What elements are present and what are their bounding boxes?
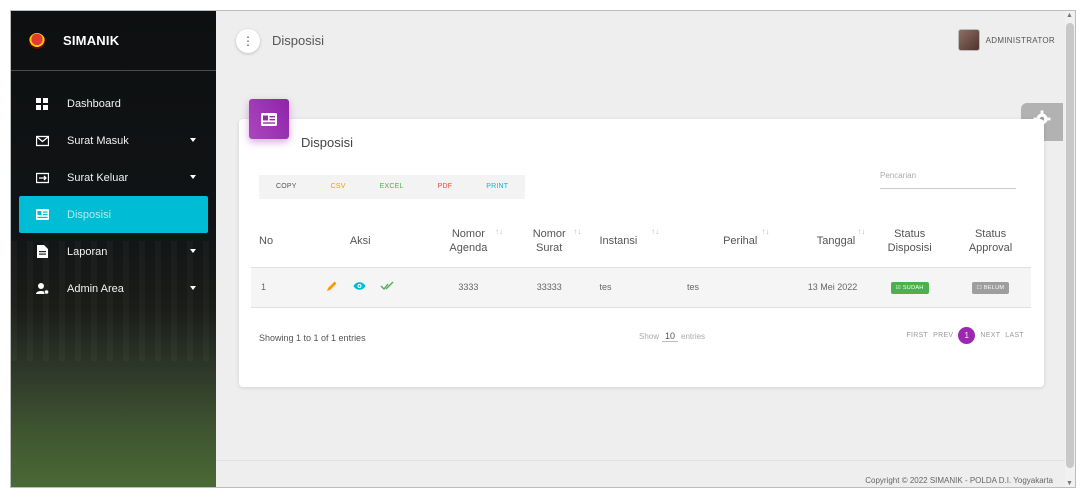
sidebar-item-laporan[interactable]: Laporan bbox=[19, 233, 208, 270]
sidebar-item-surat-keluar[interactable]: Surat Keluar bbox=[19, 159, 208, 196]
last-page-button[interactable]: LAST bbox=[1005, 332, 1024, 339]
search-input[interactable]: Pencarian bbox=[880, 171, 1016, 189]
entries-info: Showing 1 to 1 of 1 entries bbox=[259, 333, 366, 343]
sort-icon: ↑↓ bbox=[857, 227, 866, 236]
page-length-select[interactable]: 10 bbox=[662, 331, 679, 342]
mail-in-icon bbox=[35, 134, 49, 148]
pagination: FIRST PREV 1 NEXT LAST bbox=[901, 327, 1024, 344]
copyright-text: Copyright © 2022 SIMANIK - POLDA D.I. Yo… bbox=[865, 476, 1053, 485]
disposisi-card: Disposisi COPY CSV EXCEL PDF PRINT Penca… bbox=[239, 99, 1044, 387]
print-button[interactable]: PRINT bbox=[469, 175, 525, 199]
header-instansi[interactable]: Instansi ↑↓ bbox=[587, 215, 678, 268]
chevron-down-icon bbox=[190, 175, 196, 179]
header-status-disposisi[interactable]: Status Disposisi bbox=[869, 215, 951, 268]
entries-label: entries bbox=[681, 332, 706, 341]
cell-no: 1 bbox=[251, 267, 295, 308]
admin-icon bbox=[35, 282, 49, 296]
header-no[interactable]: No bbox=[251, 215, 295, 268]
first-page-button[interactable]: FIRST bbox=[906, 332, 928, 339]
cell-nomor-agenda: 3333 bbox=[425, 267, 511, 308]
sidebar-item-disposisi[interactable]: Disposisi bbox=[19, 196, 208, 233]
card-icon bbox=[35, 208, 49, 222]
table-row: 1 3333 33333 tes tes 13 Mei 2022 ☑ SUDAH… bbox=[251, 267, 1031, 308]
top-navbar: ⋮ Disposisi ADMINISTRATOR bbox=[216, 11, 1075, 71]
sidebar-item-surat-masuk[interactable]: Surat Masuk bbox=[19, 122, 208, 159]
header-nomor-agenda[interactable]: Nomor Agenda ↑↓ bbox=[425, 215, 511, 268]
sidebar: SIMANIK Dashboard Surat Masuk Surat Kelu… bbox=[11, 11, 216, 487]
cell-status-approval: ☐ BELUM bbox=[950, 267, 1031, 308]
cell-status-disposisi: ☑ SUDAH bbox=[869, 267, 951, 308]
footer-divider bbox=[216, 460, 1065, 461]
sidebar-item-admin-area[interactable]: Admin Area bbox=[19, 270, 208, 307]
report-icon bbox=[35, 245, 49, 259]
logo-icon bbox=[29, 32, 45, 49]
card-title: Disposisi bbox=[301, 135, 354, 150]
excel-button[interactable]: EXCEL bbox=[363, 175, 421, 199]
disposisi-table: No Aksi Nomor Agenda ↑↓ Nomor Surat ↑↓ Insta… bbox=[251, 215, 1031, 308]
status-badge: ☑ SUDAH bbox=[890, 281, 929, 294]
chevron-down-icon bbox=[190, 249, 196, 253]
header-aksi[interactable]: Aksi bbox=[294, 215, 426, 268]
user-name: ADMINISTRATOR bbox=[985, 35, 1055, 45]
sidebar-item-label: Laporan bbox=[67, 245, 108, 258]
next-page-button[interactable]: NEXT bbox=[980, 332, 1000, 339]
show-label: Show bbox=[639, 332, 660, 341]
header-perihal[interactable]: Perihal ↑↓ bbox=[677, 215, 776, 268]
sidebar-menu: Dashboard Surat Masuk Surat Keluar Dispo… bbox=[11, 85, 216, 307]
sidebar-item-label: Surat Masuk bbox=[67, 134, 129, 147]
sort-icon: ↑↓ bbox=[573, 227, 582, 236]
scrollbar-thumb[interactable] bbox=[1066, 23, 1074, 468]
vertical-scrollbar[interactable]: ▲ ▼ bbox=[1065, 11, 1075, 487]
brand[interactable]: SIMANIK bbox=[11, 11, 216, 71]
scroll-up-icon[interactable]: ▲ bbox=[1066, 12, 1073, 19]
app-name: SIMANIK bbox=[63, 33, 120, 48]
pdf-button[interactable]: PDF bbox=[421, 175, 470, 199]
cell-aksi bbox=[294, 267, 426, 308]
sort-icon: ↑↓ bbox=[651, 227, 660, 236]
card-header-icon bbox=[249, 99, 289, 139]
dashboard-icon bbox=[35, 97, 49, 111]
current-page-button[interactable]: 1 bbox=[958, 327, 976, 344]
edit-pencil-icon[interactable] bbox=[326, 280, 338, 294]
avatar bbox=[957, 29, 980, 51]
view-eye-icon[interactable] bbox=[353, 281, 366, 293]
page-title: Disposisi bbox=[272, 33, 325, 48]
more-vert-icon[interactable]: ⋮ bbox=[236, 29, 260, 53]
export-buttons: COPY CSV EXCEL PDF PRINT bbox=[259, 175, 526, 199]
scroll-down-icon[interactable]: ▼ bbox=[1066, 480, 1073, 487]
sidebar-item-dashboard[interactable]: Dashboard bbox=[19, 85, 208, 122]
cell-instansi: tes bbox=[587, 267, 678, 308]
status-badge: ☐ BELUM bbox=[971, 281, 1010, 294]
header-nomor-surat[interactable]: Nomor Surat ↑↓ bbox=[510, 215, 588, 268]
chevron-down-icon bbox=[190, 138, 196, 142]
page-length-control: Show 10 entries bbox=[639, 331, 706, 342]
sort-icon: ↑↓ bbox=[494, 227, 503, 236]
sort-icon: ↑↓ bbox=[761, 227, 770, 236]
sidebar-item-label: Disposisi bbox=[67, 208, 112, 221]
copy-button[interactable]: COPY bbox=[259, 175, 314, 199]
csv-button[interactable]: CSV bbox=[314, 175, 363, 199]
sidebar-item-label: Dashboard bbox=[67, 97, 121, 110]
table-header-row: No Aksi Nomor Agenda ↑↓ Nomor Surat ↑↓ Insta… bbox=[251, 215, 1031, 268]
cell-nomor-surat: 33333 bbox=[510, 267, 588, 308]
header-status-approval[interactable]: Status Approval bbox=[950, 215, 1031, 268]
cell-perihal: tes bbox=[677, 267, 776, 308]
chevron-down-icon bbox=[190, 286, 196, 290]
sidebar-item-label: Surat Keluar bbox=[67, 171, 129, 184]
prev-page-button[interactable]: PREV bbox=[933, 332, 953, 339]
user-menu[interactable]: ADMINISTRATOR bbox=[957, 29, 1055, 51]
header-tanggal[interactable]: Tanggal ↑↓ bbox=[775, 215, 870, 268]
approve-check-icon[interactable] bbox=[380, 281, 394, 293]
sidebar-item-label: Admin Area bbox=[67, 282, 124, 295]
app-window: SIMANIK Dashboard Surat Masuk Surat Kelu… bbox=[10, 10, 1076, 488]
cell-tanggal: 13 Mei 2022 bbox=[775, 267, 870, 308]
mail-out-icon bbox=[35, 171, 49, 185]
